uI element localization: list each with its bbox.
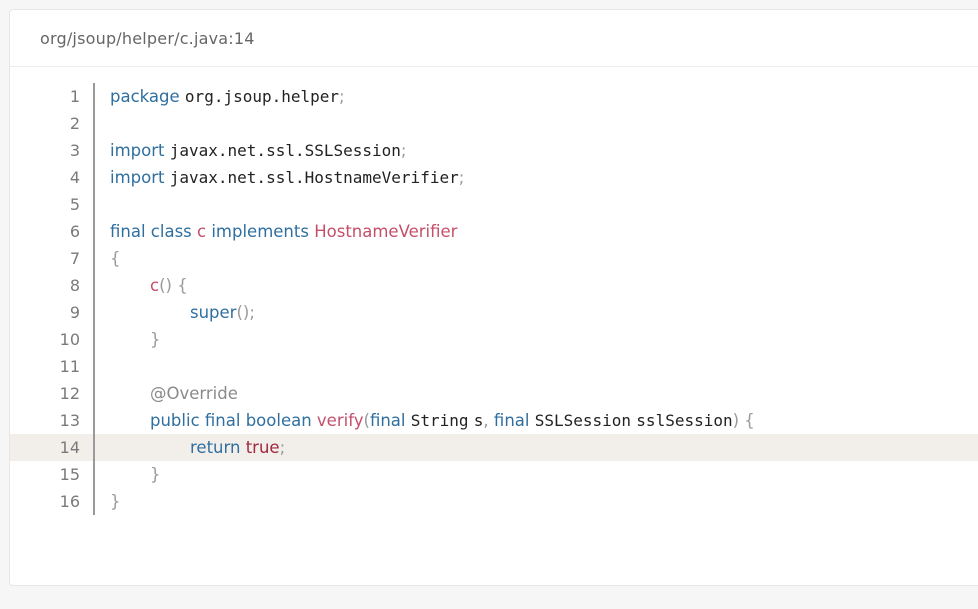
code-listing: 1 package org.jsoup.helper; 2 3 import j… <box>10 83 978 515</box>
punctuation: ; <box>400 141 407 160</box>
line-number: 12 <box>59 384 80 403</box>
code-text: c() { <box>95 272 188 299</box>
code-text: } <box>95 488 121 515</box>
import-name: javax.net.ssl.SSLSession <box>169 141 401 160</box>
annotation: @Override <box>150 384 238 403</box>
param-type: String <box>410 411 469 430</box>
interface-name: HostnameVerifier <box>314 222 458 241</box>
code-line: 13 public final boolean verify(final Str… <box>10 407 978 434</box>
code-line: 16 } <box>10 488 978 515</box>
line-number: 4 <box>69 168 80 187</box>
param-type: SSLSession <box>534 411 632 430</box>
code-text: { <box>95 245 121 272</box>
punctuation: (); <box>236 303 255 322</box>
code-text: @Override <box>95 380 238 407</box>
brace: { <box>110 249 121 268</box>
keyword: final <box>369 411 406 430</box>
brace: } <box>110 492 121 511</box>
keyword: super <box>190 303 237 322</box>
code-text: public final boolean verify(final String… <box>95 407 755 434</box>
param-name: s <box>473 411 484 430</box>
code-line: 4 import javax.net.ssl.HostnameVerifier; <box>10 164 978 191</box>
keyword: final <box>493 411 530 430</box>
code-line: 15 } <box>10 461 978 488</box>
code-text: } <box>95 461 161 488</box>
punctuation: ) { <box>732 411 755 430</box>
package-name: org.jsoup.helper <box>184 87 340 106</box>
line-number: 3 <box>69 141 80 160</box>
line-number: 8 <box>69 276 80 295</box>
line-number: 6 <box>69 222 80 241</box>
line-number: 7 <box>69 249 80 268</box>
keyword: final <box>204 411 241 430</box>
code-line: 1 package org.jsoup.helper; <box>10 83 978 110</box>
code-line: 12 @Override <box>10 380 978 407</box>
import-name: javax.net.ssl.HostnameVerifier <box>169 168 459 187</box>
source-viewer-panel: org/jsoup/helper/c.java:14 1 package org… <box>9 9 978 586</box>
code-line: 2 <box>10 110 978 137</box>
keyword: package <box>110 87 180 106</box>
literal: true <box>245 438 280 457</box>
punctuation: , <box>483 411 489 430</box>
line-number: 15 <box>59 465 80 484</box>
code-line: 5 <box>10 191 978 218</box>
code-text: package org.jsoup.helper; <box>95 83 345 110</box>
line-number: 1 <box>69 87 80 106</box>
line-number: 5 <box>69 195 80 214</box>
code-text: import javax.net.ssl.SSLSession; <box>95 137 406 164</box>
punctuation: ; <box>458 168 465 187</box>
line-number: 9 <box>69 303 80 322</box>
punctuation: () { <box>159 276 188 295</box>
keyword: import <box>110 141 165 160</box>
method-name: verify <box>316 411 364 430</box>
code-text: return true; <box>95 434 285 461</box>
keyword: import <box>110 168 165 187</box>
class-name: c <box>197 222 207 241</box>
brace: } <box>150 330 161 349</box>
code-line: 3 import javax.net.ssl.SSLSession; <box>10 137 978 164</box>
code-text: super(); <box>95 299 255 326</box>
code-text: } <box>95 326 161 353</box>
code-text: final class c implements HostnameVerifie… <box>95 218 457 245</box>
code-line-highlighted: 14 return true; <box>10 434 978 461</box>
code-line: 6 final class c implements HostnameVerif… <box>10 218 978 245</box>
line-number: 16 <box>59 492 80 511</box>
line-number: 14 <box>59 438 80 457</box>
line-number: 11 <box>59 357 80 376</box>
code-line: 8 c() { <box>10 272 978 299</box>
keyword: class <box>150 222 192 241</box>
code-line: 7 { <box>10 245 978 272</box>
keyword: public <box>150 411 200 430</box>
code-text: import javax.net.ssl.HostnameVerifier; <box>95 164 464 191</box>
code-line: 9 super(); <box>10 299 978 326</box>
code-line: 10 } <box>10 326 978 353</box>
brace: } <box>150 465 161 484</box>
punctuation: ; <box>279 438 286 457</box>
code-line: 11 <box>10 353 978 380</box>
punctuation: ; <box>339 87 345 106</box>
file-path-header: org/jsoup/helper/c.java:14 <box>10 10 978 67</box>
keyword: final <box>110 222 146 241</box>
line-number: 13 <box>59 411 80 430</box>
keyword: implements <box>211 222 309 241</box>
param-name: sslSession <box>636 411 733 430</box>
line-number: 2 <box>69 114 80 133</box>
line-number: 10 <box>59 330 80 349</box>
keyword: boolean <box>245 411 312 430</box>
constructor-name: c <box>150 276 160 295</box>
keyword: return <box>190 438 241 457</box>
